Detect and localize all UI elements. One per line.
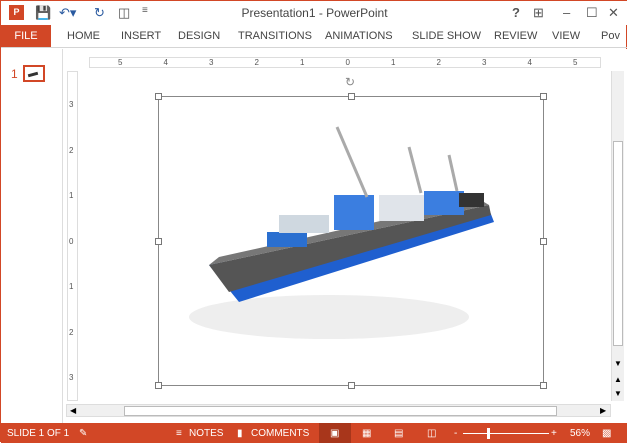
comments-button[interactable]: COMMENTS xyxy=(251,428,309,439)
ruler-tick-label: 5 xyxy=(573,58,578,67)
ruler-tick-label: 3 xyxy=(209,58,214,67)
tab-slide-show[interactable]: SLIDE SHOW xyxy=(412,30,481,42)
ruler-tick-label: 4 xyxy=(163,58,168,67)
help-icon[interactable]: ? xyxy=(512,5,520,20)
zoom-level[interactable]: 56% xyxy=(570,428,590,439)
picture-selection[interactable]: ↻ xyxy=(155,75,547,389)
ruler-tick-label: 1 xyxy=(69,191,74,200)
slide-number: 1 xyxy=(11,67,18,81)
resize-handle-w[interactable] xyxy=(155,238,162,245)
tab-transitions[interactable]: TRANSITIONS xyxy=(238,30,312,42)
scroll-left-icon[interactable]: ◀ xyxy=(70,406,76,415)
notes-icon[interactable]: ≡ xyxy=(176,428,182,439)
ruler-tick-label: 5 xyxy=(118,58,123,67)
slide-count: SLIDE 1 OF 1 xyxy=(7,428,70,439)
spell-check-icon[interactable]: ✎ xyxy=(79,428,87,439)
reading-view-icon[interactable]: ▤ xyxy=(394,428,403,439)
vertical-ruler: 3 2 1 0 1 2 3 xyxy=(67,71,78,401)
scroll-down-icon[interactable]: ▼ xyxy=(614,359,622,368)
ruler-tick-label: 3 xyxy=(69,100,74,109)
ribbon-tabs: HOME INSERT DESIGN TRANSITIONS ANIMATION… xyxy=(1,25,627,48)
tab-animations[interactable]: ANIMATIONS xyxy=(325,30,393,42)
fit-to-window-icon[interactable]: ▩ xyxy=(602,428,611,439)
tab-overflow[interactable]: Pov xyxy=(601,30,620,42)
resize-handle-se[interactable] xyxy=(540,382,547,389)
ruler-tick-label: 0 xyxy=(69,236,74,246)
horizontal-scrollbar[interactable]: ◀ ▶ xyxy=(66,404,611,417)
vertical-scroll-thumb[interactable] xyxy=(613,141,623,346)
close-icon[interactable]: ✕ xyxy=(608,5,619,21)
rotate-handle-icon[interactable]: ↻ xyxy=(345,75,355,89)
thumbnail-pane: 1 xyxy=(1,49,63,423)
scroll-right-icon[interactable]: ▶ xyxy=(600,406,606,415)
ruler-tick-label: 1 xyxy=(300,58,305,67)
resize-handle-e[interactable] xyxy=(540,238,547,245)
tab-design[interactable]: DESIGN xyxy=(178,30,220,42)
zoom-slider-thumb[interactable] xyxy=(487,428,491,439)
ruler-tick-label: 4 xyxy=(527,58,532,67)
cargo-ship-image xyxy=(189,126,494,339)
vertical-scrollbar[interactable]: ▼ ▲ ▼ xyxy=(611,71,624,401)
next-slide-icon[interactable]: ▼ xyxy=(614,389,622,398)
tab-home[interactable]: HOME xyxy=(67,30,100,42)
normal-view-button[interactable]: ▣ xyxy=(319,423,351,443)
ruler-tick-label: 3 xyxy=(69,373,74,382)
zoom-slider[interactable] xyxy=(463,433,549,434)
ruler-tick-label: 2 xyxy=(254,58,259,67)
slide-sorter-icon[interactable]: ▦ xyxy=(362,428,371,439)
resize-handle-ne[interactable] xyxy=(540,93,547,100)
tab-view[interactable]: VIEW xyxy=(552,30,580,42)
previous-slide-icon[interactable]: ▲ xyxy=(614,375,622,384)
resize-handle-s[interactable] xyxy=(348,382,355,389)
tab-review[interactable]: REVIEW xyxy=(494,30,537,42)
ribbon-display-icon[interactable]: ⊞ xyxy=(533,5,544,21)
ruler-tick-label: 0 xyxy=(345,58,350,67)
normal-view-icon: ▣ xyxy=(330,428,340,439)
minimize-icon[interactable]: – xyxy=(563,5,570,20)
zoom-in-button[interactable]: + xyxy=(551,428,557,439)
ruler-tick-label: 1 xyxy=(69,282,74,291)
resize-handle-n[interactable] xyxy=(348,93,355,100)
ruler-tick-label: 2 xyxy=(69,327,74,337)
maximize-icon[interactable]: ☐ xyxy=(586,5,598,21)
tab-file[interactable]: FILE xyxy=(1,25,51,47)
resize-handle-sw[interactable] xyxy=(155,382,162,389)
slide-thumbnail[interactable] xyxy=(23,65,45,82)
comments-icon[interactable]: ▮ xyxy=(237,428,243,439)
ruler-tick-label: 2 xyxy=(69,145,74,155)
status-bar: SLIDE 1 OF 1 ✎ ≡ NOTES ▮ COMMENTS ▣ ▦ ▤ … xyxy=(1,423,627,443)
title-bar: P 💾 ↶▾ ↻ ◫ ≡ Presentation1 - PowerPoint … xyxy=(1,1,627,25)
ruler-tick-label: 2 xyxy=(436,58,441,67)
ruler-tick-label: 1 xyxy=(391,58,396,67)
ruler-tick-label: 3 xyxy=(482,58,487,67)
horizontal-scroll-thumb[interactable] xyxy=(124,406,557,416)
resize-handle-nw[interactable] xyxy=(155,93,162,100)
slideshow-icon[interactable]: ◫ xyxy=(427,428,436,439)
zoom-out-button[interactable]: - xyxy=(454,428,457,439)
horizontal-ruler: 5 4 3 2 1 0 1 2 3 4 5 xyxy=(89,57,601,68)
notes-button[interactable]: NOTES xyxy=(189,428,223,439)
tab-insert[interactable]: INSERT xyxy=(121,30,161,42)
